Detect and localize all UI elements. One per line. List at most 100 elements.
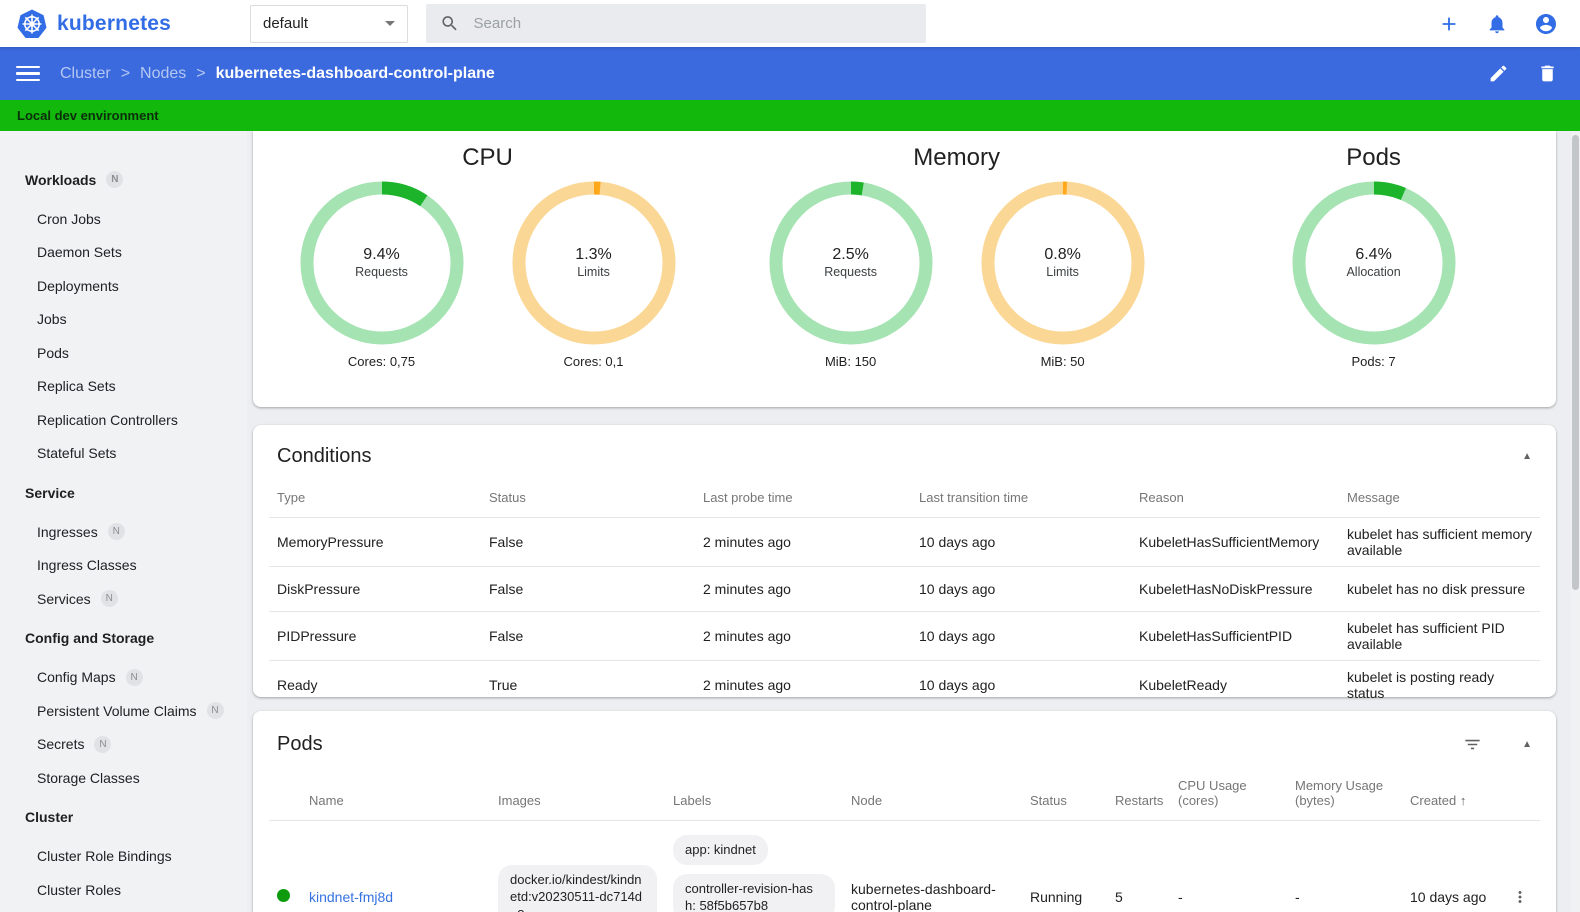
column-header-status[interactable]: Status — [1022, 770, 1107, 821]
sidebar-section-label: Service — [25, 484, 75, 501]
page-scrollbar[interactable] — [1571, 131, 1580, 912]
sidebar-section-service[interactable]: Service — [0, 476, 247, 509]
sidebar-section-label: Config and Storage — [25, 630, 155, 646]
condition-cell: 10 days ago — [919, 677, 996, 693]
column-header-images[interactable]: Images — [490, 770, 665, 821]
sidebar-item-replication-controllers[interactable]: Replication Controllers — [0, 403, 247, 437]
pod-created-cell: 10 days ago — [1410, 889, 1487, 906]
donut-label: Limits — [577, 265, 610, 280]
sidebar-item-label: Cluster Roles — [37, 881, 122, 898]
breadcrumb-item-nodes[interactable]: Nodes — [140, 65, 186, 83]
pod-status-cell — [269, 821, 301, 912]
pod-actions-menu-button[interactable] — [1508, 888, 1532, 906]
trash-icon — [1541, 65, 1554, 82]
donut-memory-limits: 0.8% Limits MiB: 50 — [981, 181, 1145, 369]
condition-cell: 2 minutes ago — [703, 581, 791, 597]
sidebar-item-cluster-roles[interactable]: Cluster Roles — [0, 873, 247, 907]
sidebar-item-daemon-sets[interactable]: Daemon Sets — [0, 236, 247, 270]
column-header-memory-usage-bytes[interactable]: Memory Usage (bytes) — [1287, 770, 1402, 821]
column-header-last-transition-time: Last transition time — [919, 490, 1029, 505]
breadcrumb-bar: Cluster > Nodes > kubernetes-dashboard-c… — [0, 47, 1580, 100]
sidebar-item-secrets[interactable]: Secrets N — [0, 728, 247, 762]
sidebar-item-storage-classes[interactable]: Storage Classes — [0, 761, 247, 795]
breadcrumb-item-cluster[interactable]: Cluster — [60, 65, 111, 83]
sidebar-section-config-and-storage[interactable]: Config and Storage — [0, 622, 247, 655]
sidebar-section-cluster[interactable]: Cluster — [0, 801, 247, 834]
breadcrumb: Cluster > Nodes > kubernetes-dashboard-c… — [60, 65, 495, 83]
sidebar-item-label: Config Maps — [37, 669, 116, 686]
kubernetes-logo[interactable]: kubernetes — [0, 8, 250, 40]
sidebar-section-label: Cluster — [25, 809, 74, 825]
sidebar-item-config-maps[interactable]: Config Maps N — [0, 661, 247, 695]
donut-cpu-limits: 1.3% Limits Cores: 0,1 — [512, 181, 676, 369]
donut-footer: Cores: 0,75 — [347, 354, 416, 369]
donut-value: 2.5% — [832, 246, 869, 264]
allocation-group-cpu: CPU 9.4% Requests Cores: 0,75 1.3% Limit… — [253, 139, 722, 407]
sidebar-item-label: Replica Sets — [37, 378, 116, 395]
sidebar-section: Config and Storage Config Maps N Persist… — [0, 622, 247, 795]
new-badge: N — [206, 702, 224, 720]
condition-cell: PIDPressure — [277, 628, 357, 644]
sidebar-item-jobs[interactable]: Jobs — [0, 303, 247, 337]
sidebar-item-ingress-classes[interactable]: Ingress Classes — [0, 549, 247, 583]
column-header-cpu-usage-cores[interactable]: CPU Usage (cores) — [1170, 770, 1287, 821]
sidebar-item-replica-sets[interactable]: Replica Sets — [0, 370, 247, 404]
donut-cpu-requests: 9.4% Requests Cores: 0,75 — [300, 181, 464, 369]
scrollbar-thumb[interactable] — [1572, 135, 1579, 590]
sidebar-item-label: Storage Classes — [37, 769, 140, 786]
donut-value: 6.4% — [1355, 246, 1392, 264]
column-header-message: Message — [1347, 490, 1400, 505]
condition-row: DiskPressure False 2 minutes ago 10 days ag… — [269, 566, 1540, 612]
sidebar-item-ingresses[interactable]: Ingresses N — [0, 515, 247, 549]
column-header-created[interactable]: Created ↑ — [1402, 770, 1500, 821]
delete-resource-button[interactable] — [1537, 63, 1558, 84]
sidebar-item-cluster-role-bindings[interactable]: Cluster Role Bindings — [0, 840, 247, 874]
donut-value: 0.8% — [1044, 246, 1081, 264]
sidebar-item-services[interactable]: Services N — [0, 582, 247, 616]
sidebar-item-cron-jobs[interactable]: Cron Jobs — [0, 202, 247, 236]
namespace-selector[interactable]: default — [250, 4, 408, 43]
donut-value: 9.4% — [363, 246, 400, 264]
pods-header-row: Name Images Labels Node Status Restarts CPU Us… — [269, 770, 1540, 821]
column-header-node[interactable]: Node — [843, 770, 1022, 821]
pod-image-chip: docker.io/kindest/kindnetd:v20230511-dc7… — [498, 864, 657, 912]
collapse-icon[interactable]: ▲ — [1522, 739, 1532, 750]
allocation-group-title: Memory — [913, 144, 1000, 171]
notifications-button[interactable] — [1486, 13, 1508, 35]
sidebar-section: Cluster Cluster Role Bindings Cluster Ro… — [0, 801, 247, 907]
pod-running-status-icon — [277, 889, 290, 903]
pod-name-link[interactable]: kindnet-fmj8d — [309, 889, 393, 905]
sidebar-item-stateful-sets[interactable]: Stateful Sets — [0, 437, 247, 471]
sidebar-item-pods[interactable]: Pods — [0, 336, 247, 370]
sidebar-item-label: Replication Controllers — [37, 411, 178, 428]
brand-title: kubernetes — [57, 11, 172, 35]
donut-label: Allocation — [1346, 265, 1401, 280]
column-header-last-probe-time: Last probe time — [703, 490, 793, 505]
column-header-labels[interactable]: Labels — [665, 770, 843, 821]
column-header-type: Type — [277, 490, 306, 505]
column-header-name[interactable]: Name — [301, 770, 490, 821]
sort-ascending-icon[interactable]: ↑ — [1460, 793, 1467, 808]
condition-cell: False — [489, 581, 524, 597]
menu-button[interactable] — [16, 65, 40, 82]
column-header-actions — [1500, 770, 1540, 821]
sidebar-item-label: Cluster Role Bindings — [37, 848, 172, 865]
condition-cell: False — [489, 628, 524, 644]
sidebar-item-deployments[interactable]: Deployments — [0, 269, 247, 303]
filter-icon[interactable] — [1463, 735, 1482, 754]
add-resource-button[interactable] — [1438, 13, 1460, 35]
condition-cell: True — [489, 677, 518, 693]
search-input[interactable] — [473, 15, 912, 32]
condition-cell: 2 minutes ago — [703, 534, 791, 550]
collapse-icon[interactable]: ▲ — [1522, 451, 1532, 462]
column-header-restarts[interactable]: Restarts — [1107, 770, 1170, 821]
user-account-button[interactable] — [1534, 12, 1558, 36]
condition-row: Ready True 2 minutes ago 10 days ago Kubelet… — [269, 660, 1540, 710]
conditions-title: Conditions — [277, 445, 372, 467]
sidebar-section-workloads[interactable]: Workloads N — [0, 163, 247, 196]
condition-cell: 10 days ago — [919, 581, 996, 597]
sidebar-item-persistent-volume-claims[interactable]: Persistent Volume Claims N — [0, 694, 247, 728]
search-bar[interactable] — [426, 4, 926, 43]
condition-row: MemoryPressure False 2 minutes ago 10 days … — [269, 517, 1540, 567]
edit-resource-button[interactable] — [1488, 63, 1509, 84]
